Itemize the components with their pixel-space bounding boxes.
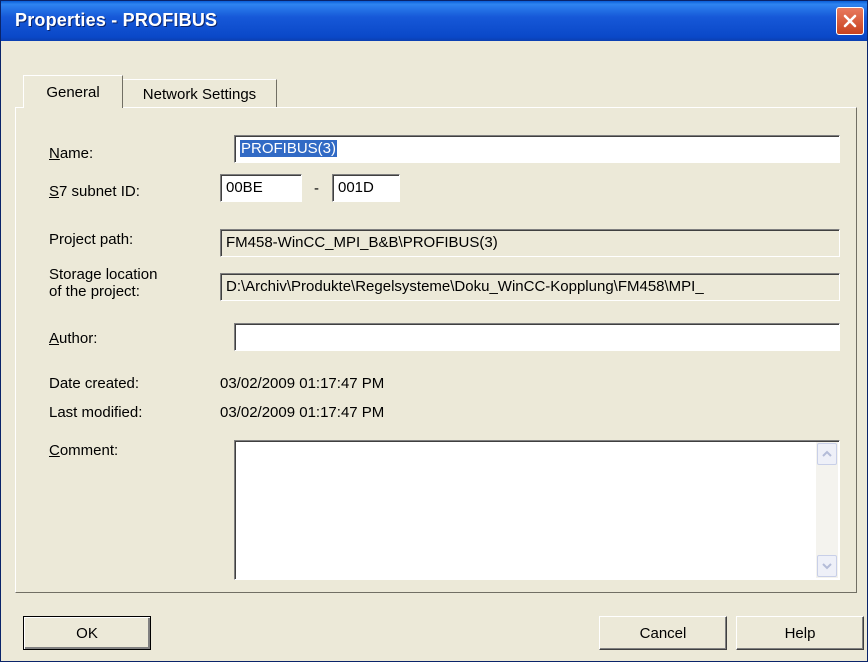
comment-label: Comment: xyxy=(49,442,119,459)
title-bar[interactable]: Properties - PROFIBUS xyxy=(1,1,867,41)
project-path-value: FM458-WinCC_MPI_B&B\PROFIBUS(3) xyxy=(226,234,498,251)
subnet-id-part2-value: 001D xyxy=(338,179,374,196)
help-button[interactable]: Help xyxy=(736,616,864,650)
tab-network-settings-label: Network Settings xyxy=(142,86,257,103)
author-input[interactable] xyxy=(234,323,840,351)
last-modified-label: Last modified: xyxy=(49,404,143,421)
storage-location-field: D:\Archiv\Produkte\Regelsysteme\Doku_Win… xyxy=(220,273,840,301)
ok-button-label: OK xyxy=(76,624,98,642)
scroll-down-button[interactable] xyxy=(817,555,837,577)
subnet-id-label: S7 subnet ID: xyxy=(49,183,140,200)
subnet-id-part2-input[interactable]: 001D xyxy=(332,174,400,202)
name-input[interactable]: PROFIBUS(3) xyxy=(234,135,840,163)
comment-scrollbar[interactable] xyxy=(816,442,838,578)
help-button-label: Help xyxy=(784,624,816,642)
subnet-id-separator: - xyxy=(314,180,319,197)
scroll-down-arrow-icon xyxy=(822,563,832,570)
properties-dialog: Properties - PROFIBUS General Network Se… xyxy=(0,0,868,662)
storage-location-label: Storage location of the project: xyxy=(49,266,158,300)
project-path-label: Project path: xyxy=(49,231,134,248)
subnet-id-part1-value: 00BE xyxy=(226,179,263,196)
date-created-label: Date created: xyxy=(49,375,140,392)
tab-general-label: General xyxy=(46,83,100,101)
cancel-button-label: Cancel xyxy=(639,624,687,642)
subnet-id-part1-input[interactable]: 00BE xyxy=(220,174,302,202)
close-icon xyxy=(843,14,857,28)
cancel-button[interactable]: Cancel xyxy=(599,616,727,650)
tab-general[interactable]: General xyxy=(23,75,123,108)
tab-network-settings[interactable]: Network Settings xyxy=(123,79,277,109)
storage-location-value: D:\Archiv\Produkte\Regelsysteme\Doku_Win… xyxy=(226,278,704,295)
scroll-up-arrow-icon xyxy=(822,450,832,457)
close-button[interactable] xyxy=(836,7,864,35)
comment-textarea[interactable] xyxy=(234,440,840,580)
last-modified-value: 03/02/2009 01:17:47 PM xyxy=(220,404,385,421)
name-input-value: PROFIBUS(3) xyxy=(240,140,338,157)
author-label: Author: xyxy=(49,330,98,347)
project-path-field: FM458-WinCC_MPI_B&B\PROFIBUS(3) xyxy=(220,229,840,257)
name-label: Name: xyxy=(49,145,94,162)
scroll-up-button[interactable] xyxy=(817,443,837,465)
window-title: Properties - PROFIBUS xyxy=(15,10,218,30)
ok-button[interactable]: OK xyxy=(23,616,151,650)
date-created-value: 03/02/2009 01:17:47 PM xyxy=(220,375,385,392)
